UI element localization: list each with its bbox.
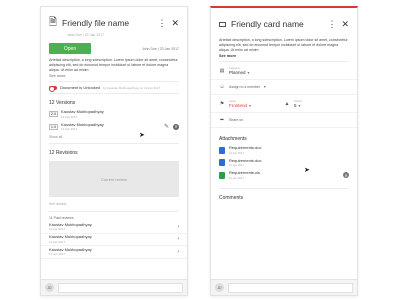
file-icon: 🗎 <box>49 16 58 28</box>
file-header: 🗎 Friendly file name ⋮ ✕ <box>41 7 187 33</box>
author-date: John Doe | 23 Jan 2017 <box>141 46 179 51</box>
chevron-down-icon: ▼ <box>297 104 302 108</box>
attachment-row[interactable]: Requirements.doc 12 Apr 2017 <box>211 144 357 157</box>
points-icon: ▲ <box>284 100 290 107</box>
version-row[interactable]: 2.0 Kaustav Mukhopadhyay 12 Apr 2017 <box>41 108 187 121</box>
category-value: Planned ▼ <box>229 70 251 75</box>
mouse-cursor-icon: ➤ <box>139 132 145 139</box>
chevron-right-icon: › <box>177 236 179 243</box>
review-author: Kaustav Mukhopadhyay <box>49 234 92 239</box>
assign-text: Assign to a member <box>229 85 261 89</box>
category-icon: ▤ <box>219 67 225 74</box>
version-badge: 1.0 <box>49 123 58 130</box>
file-subtitle: Jane Doe | 20 Jan 2017 <box>67 33 105 37</box>
attachment-date: 12 Apr 2017 <box>229 175 245 180</box>
comment-input[interactable] <box>228 282 353 293</box>
more-options-icon[interactable]: ⋮ <box>157 18 166 28</box>
review-date: 12 Apr 2017 <box>49 252 66 256</box>
share-icon: ➦ <box>219 117 225 123</box>
lock-status: Document is Unlocked by Kaustav Mukhopad… <box>41 82 187 93</box>
chevron-down-icon: ▼ <box>263 85 267 89</box>
file-title: Friendly file name <box>62 18 130 28</box>
attachment-name: Requirements.doc <box>229 145 262 150</box>
share-field[interactable]: ➦ Share on <box>211 113 357 128</box>
file-description: Artefact description, a long sdescriptio… <box>49 58 178 72</box>
chevron-down-icon: ▼ <box>246 71 251 75</box>
member-icon: ☺ <box>219 84 225 90</box>
points-value: 5 ▼ <box>294 103 302 108</box>
past-review-row[interactable]: Kaustav Mukhopadhyay 12 Apr 2017 › <box>41 221 187 234</box>
share-text: Share on <box>229 118 244 122</box>
label-select[interactable]: Label Frontend ▼ <box>229 99 284 108</box>
see-details-link[interactable]: See details <box>41 200 187 211</box>
category-field[interactable]: ▤ Category Planned ▼ <box>211 62 357 80</box>
chevron-down-icon: ▼ <box>248 104 252 108</box>
doc-file-icon <box>219 146 225 154</box>
comment-bar: JD <box>211 279 357 295</box>
attachment-row[interactable]: Requirements.xls 12 Apr 2017 ✕ <box>211 169 357 182</box>
open-button[interactable]: Open <box>49 43 91 54</box>
card-panel: Friendly card name ⋮ ✕ Artefact descript… <box>210 6 358 296</box>
attachment-date: 12 Apr 2017 <box>229 150 245 155</box>
more-options-icon[interactable]: ⋮ <box>327 19 336 29</box>
comments-title: Comments <box>219 194 244 201</box>
past-review-row[interactable]: Kaustav Mukhopadhyay 12 Apr 2017 › <box>41 234 187 246</box>
current-review-label: Current review <box>100 176 127 182</box>
assign-field[interactable]: ☺ Assign to a member ▼ <box>211 80 357 95</box>
close-icon[interactable]: ✕ <box>341 19 349 29</box>
see-more-link[interactable]: See more <box>211 53 357 61</box>
card-icon <box>219 21 226 27</box>
review-date: 12 Apr 2017 <box>49 239 66 244</box>
attachment-row[interactable]: Requirements.doc 12 Apr 2017 <box>211 157 357 170</box>
doc-file-icon <box>219 159 225 167</box>
version-badge: 2.0 <box>49 111 58 118</box>
edit-icon[interactable]: ✎ <box>164 123 169 130</box>
mouse-cursor-icon: ➤ <box>304 167 310 174</box>
avatar: JD <box>215 283 224 292</box>
close-icon[interactable]: ✕ <box>171 18 179 28</box>
attachment-name: Requirements.xls <box>229 170 260 175</box>
lock-text: Document is Unlocked <box>60 85 101 90</box>
file-panel: 🗎 Friendly file name ⋮ ✕ Jane Doe | 20 J… <box>40 6 188 296</box>
show-all-link[interactable]: Show all <box>41 133 187 143</box>
label-value: Frontend ▼ <box>229 103 252 108</box>
revisions-title: 12 Revisions <box>49 150 78 156</box>
card-title: Friendly card name <box>231 19 304 29</box>
avatar: JD <box>45 283 54 292</box>
versions-title: 12 Versions <box>49 100 76 106</box>
label-points-field: ⚑ Label Frontend ▼ ▲ Points 5 ▼ <box>211 95 357 113</box>
attachment-date: 12 Apr 2017 <box>229 163 245 167</box>
remove-icon[interactable]: ✕ <box>173 123 179 130</box>
attachments-title: Attachments <box>219 136 247 142</box>
version-author: Kaustav Mukhopadhyay <box>61 109 104 114</box>
points-select[interactable]: Points 5 ▼ <box>294 99 349 108</box>
current-review-preview[interactable]: Current review <box>49 161 179 197</box>
version-row[interactable]: 1.0 Kaustav Mukhopadhyay 12 Apr 2017 ✎ ✕ <box>41 121 187 134</box>
past-reviews-title: 11 Past reviews <box>49 216 74 220</box>
card-description: Artefact description, a long sdescriptio… <box>219 38 348 52</box>
lock-toggle[interactable] <box>49 85 57 92</box>
card-header: Friendly card name ⋮ ✕ <box>211 8 357 34</box>
review-date: 12 Apr 2017 <box>49 227 66 231</box>
lock-meta: by Kaustav Mukhopadhyay on 12 Apr 2017 <box>103 85 161 90</box>
see-more-link[interactable]: See more <box>41 73 187 81</box>
version-date: 12 Apr 2017 <box>61 114 78 119</box>
comment-bar: JD <box>41 279 187 295</box>
version-date: 12 Apr 2017 <box>61 127 78 131</box>
chevron-right-icon: › <box>177 223 179 230</box>
comment-input[interactable] <box>58 282 183 293</box>
remove-attachment-icon[interactable]: ✕ <box>343 172 349 179</box>
past-review-row[interactable]: Kaustav Mukhopadhyay 12 Apr 2017 › <box>41 246 187 259</box>
chevron-right-icon: › <box>177 248 179 255</box>
xls-file-icon <box>219 171 225 179</box>
label-icon: ⚑ <box>219 100 225 107</box>
